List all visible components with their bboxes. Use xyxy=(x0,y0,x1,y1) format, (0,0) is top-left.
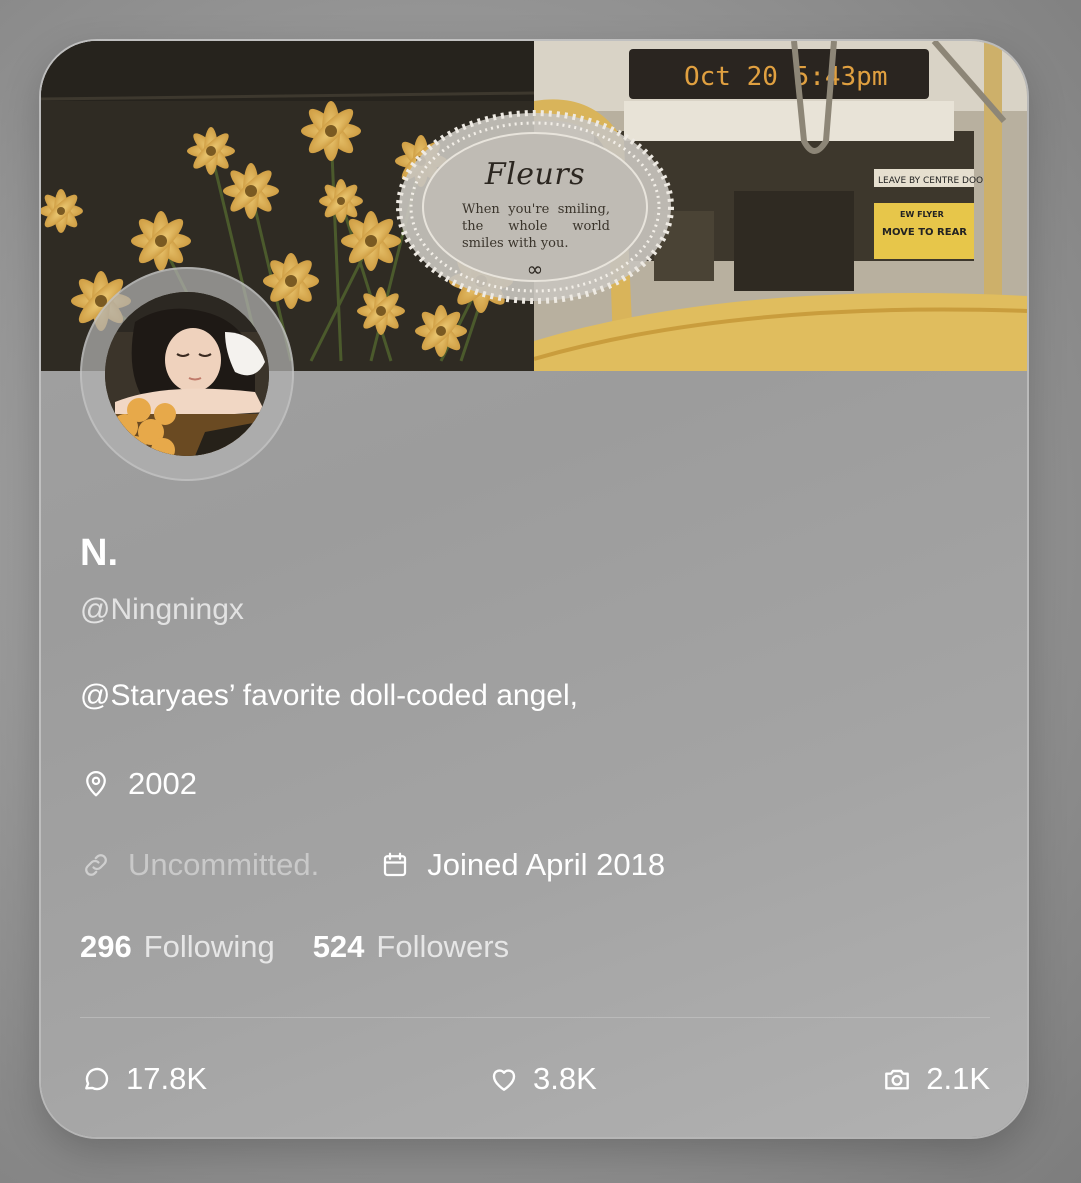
following-link[interactable]: 296 Following xyxy=(80,929,275,965)
profile-bio: @Staryaes’ favorite doll-coded angel, xyxy=(80,679,578,712)
svg-text:LEAVE BY CENTRE DOOR: LEAVE BY CENTRE DOOR xyxy=(878,176,989,186)
joined-date: Joined April 2018 xyxy=(379,847,665,883)
profile-card: Oct 20 5:43pm LEAVE BY CENTRE DOOR EW FL… xyxy=(41,41,1027,1137)
svg-text:EW FLYER: EW FLYER xyxy=(900,210,944,219)
likes-stat[interactable]: 3.8K xyxy=(487,1057,597,1101)
likes-count: 3.8K xyxy=(533,1061,597,1096)
media-stat[interactable]: 2.1K xyxy=(880,1057,990,1101)
divider xyxy=(80,1017,990,1018)
infinity-symbol: ∞ xyxy=(526,257,544,281)
media-count: 2.1K xyxy=(926,1061,990,1096)
avatar[interactable] xyxy=(105,292,269,456)
heart-icon xyxy=(487,1062,521,1096)
followers-label: Followers xyxy=(376,929,510,964)
profile-meta-row: Uncommitted. Joined April 2018 xyxy=(80,845,665,885)
engagement-stats: 17.8K 3.8K 2.1K xyxy=(80,1057,990,1101)
followers-count: 524 xyxy=(312,929,365,964)
following-label: Following xyxy=(143,929,275,964)
location-pin-icon xyxy=(80,768,112,800)
replies-stat[interactable]: 17.8K xyxy=(80,1057,207,1101)
followers-link[interactable]: 524 Followers xyxy=(313,929,509,965)
speech-bubble-icon xyxy=(80,1062,114,1096)
profile-location: 2002 xyxy=(80,764,197,804)
svg-text:MOVE TO REAR: MOVE TO REAR xyxy=(882,227,967,238)
following-count: 296 xyxy=(80,929,132,964)
profile-link[interactable]: Uncommitted. xyxy=(128,847,319,883)
doily-title: Fleurs xyxy=(484,157,586,192)
replies-count: 17.8K xyxy=(126,1061,208,1096)
location-text: 2002 xyxy=(128,766,197,801)
camera-icon xyxy=(880,1062,914,1096)
display-name: N. xyxy=(80,532,118,574)
fleurs-doily-overlay: Fleurs When you're smiling, the whole wo… xyxy=(396,109,674,305)
follow-stats: 296 Following 524 Followers xyxy=(80,927,509,967)
user-handle: @Ningningx xyxy=(80,593,244,626)
bus-led-display: Oct 20 5:43pm xyxy=(684,62,888,92)
link-icon xyxy=(80,849,112,881)
calendar-icon xyxy=(379,849,411,881)
doily-quote: When you're smiling, the whole world smi… xyxy=(462,202,610,251)
joined-text: Joined April 2018 xyxy=(427,847,666,882)
